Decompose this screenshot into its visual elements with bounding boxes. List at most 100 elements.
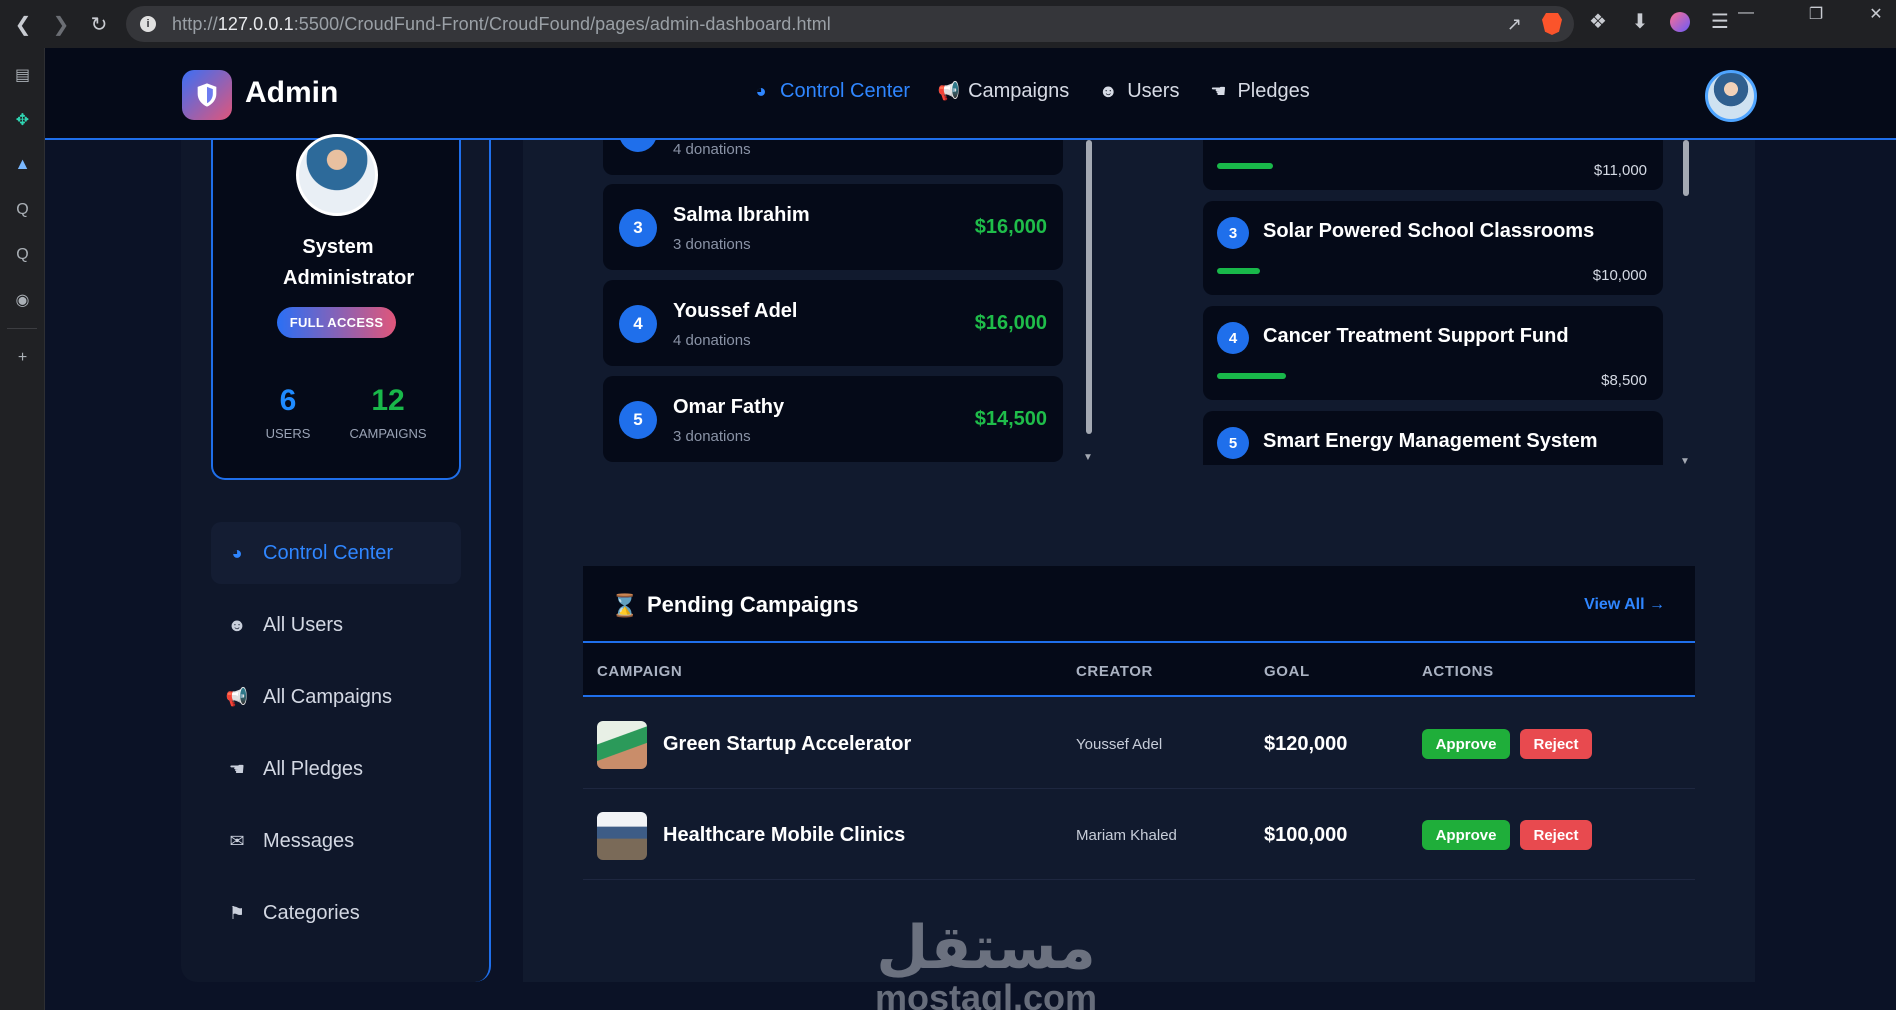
column-header: CREATOR xyxy=(1076,663,1153,680)
brave-shield-icon[interactable] xyxy=(1542,13,1562,35)
list-item[interactable]: 4 Youssef Adel 4 donations $16,000 xyxy=(603,280,1063,366)
megaphone-icon: 📢 xyxy=(937,81,961,101)
scroll-down-arrow-icon[interactable]: ▼ xyxy=(1680,456,1690,467)
nav-pledges[interactable]: ☚ Pledges xyxy=(1207,80,1309,103)
main-content: 4 donations 3 Salma Ibrahim 3 donations … xyxy=(523,140,1755,982)
progress-bar xyxy=(1217,163,1273,169)
app-icon-3[interactable]: Q xyxy=(0,187,45,232)
sidebar-panel-icon[interactable]: ▤ xyxy=(0,52,45,97)
donation-count: 3 donations xyxy=(673,236,751,253)
campaigns-stat: 12 CAMPAIGNS xyxy=(343,384,433,441)
reload-icon[interactable]: ↻ xyxy=(84,9,114,39)
profile-name: System Administrator xyxy=(283,236,415,289)
users-stat: 6 USERS xyxy=(263,384,313,441)
user-avatar[interactable] xyxy=(1705,70,1757,122)
share-icon[interactable]: ↗ xyxy=(1507,14,1522,35)
app-icon-4[interactable]: Q xyxy=(0,232,45,277)
hourglass-icon: ⌛ xyxy=(611,593,639,618)
scrollbar-thumb[interactable] xyxy=(1683,140,1689,196)
sidebar-item-categories[interactable]: ⚑ Categories xyxy=(211,882,461,944)
panel-title: Pending Campaigns xyxy=(647,592,859,617)
rank-badge: 4 xyxy=(1217,322,1249,354)
hand-donate-icon: ☚ xyxy=(228,758,246,779)
list-item[interactable]: 4 Cancer Treatment Support Fund $8,500 xyxy=(1203,306,1663,400)
shield-logo-icon[interactable] xyxy=(182,70,232,120)
sidebar-item-all-pledges[interactable]: ☚ All Pledges xyxy=(211,738,461,800)
megaphone-icon: 📢 xyxy=(225,686,249,707)
table-row: Healthcare Mobile Clinics Mariam Khaled … xyxy=(583,790,1695,880)
campaign-name: Healthcare Mobile Clinics xyxy=(663,824,906,846)
view-all-link[interactable]: View All → xyxy=(1584,596,1665,614)
campaign-name: Smart Energy Management System xyxy=(1263,430,1598,452)
users-label: USERS xyxy=(265,426,311,441)
side-menu: ◕ Control Center ☻ All Users 📢 All Campaign… xyxy=(211,522,461,954)
extensions-icon[interactable]: ❖ xyxy=(1586,9,1610,34)
donor-amount: $16,000 xyxy=(974,312,1047,334)
sidebar-item-messages[interactable]: ✉ Messages xyxy=(211,810,461,872)
list-item[interactable]: 3 Solar Powered School Classrooms $10,00… xyxy=(1203,201,1663,295)
sidebar-separator xyxy=(7,328,37,329)
url-text[interactable]: http://127.0.0.1:5500/CroudFund-Front/Cr… xyxy=(172,14,831,35)
nav-users[interactable]: ☻ Users xyxy=(1097,80,1180,103)
restore-icon[interactable]: ❐ xyxy=(1786,4,1846,24)
sidebar-item-label: Categories xyxy=(263,901,360,924)
browser-sidebar: ▤ ✥ ▲ Q Q ◉ + xyxy=(0,48,45,1010)
panel-header: ⌛ Pending Campaigns View All → xyxy=(583,566,1695,643)
rank-badge: 5 xyxy=(619,401,657,439)
campaign-amount: $11,000 xyxy=(1593,162,1647,179)
nav-campaigns[interactable]: 📢 Campaigns xyxy=(938,80,1069,103)
browser-toolbar: ❮ ❯ ↻ i http://127.0.0.1:5500/CroudFund-… xyxy=(0,0,1896,48)
download-icon[interactable]: ⬇ xyxy=(1628,9,1652,34)
goal-amount: $120,000 xyxy=(1264,733,1348,755)
back-icon[interactable]: ❮ xyxy=(8,9,38,39)
list-item[interactable]: 5 Omar Fathy 3 donations $14,500 xyxy=(603,376,1063,462)
creator-name: Mariam Khaled xyxy=(1076,827,1177,844)
donor-name: Youssef Adel xyxy=(673,300,798,322)
donor-amount: $16,000 xyxy=(974,216,1047,238)
globe-icon[interactable]: ◉ xyxy=(0,277,45,322)
creator-name: Youssef Adel xyxy=(1076,736,1163,753)
rank-badge: 4 xyxy=(619,305,657,343)
campaign-name: Cancer Treatment Support Fund xyxy=(1263,325,1569,347)
watermark-latin: mostaql.com xyxy=(875,977,1098,1010)
progress-bar xyxy=(1217,268,1260,274)
reject-button[interactable]: Reject xyxy=(1520,820,1592,850)
profile-avatar xyxy=(296,134,378,216)
site-info-icon[interactable]: i xyxy=(140,16,156,32)
watermark: مستقل mostaql.com xyxy=(875,918,1097,1010)
reject-button[interactable]: Reject xyxy=(1520,729,1592,759)
list-item[interactable]: 4 donations xyxy=(603,140,1063,175)
brand-title[interactable]: Admin xyxy=(245,76,338,110)
close-window-icon[interactable]: ✕ xyxy=(1846,4,1896,24)
list-item[interactable]: 5 Smart Energy Management System xyxy=(1203,411,1663,465)
pending-campaigns-panel: ⌛ Pending Campaigns View All → CAMPAIGN … xyxy=(583,566,1695,886)
donor-name: Omar Fathy xyxy=(673,396,785,418)
profile-icon[interactable] xyxy=(1670,11,1690,32)
table-row: Green Startup Accelerator Youssef Adel $… xyxy=(583,699,1695,789)
approve-button[interactable]: Approve xyxy=(1422,729,1510,759)
nav-control-center[interactable]: ◕ Control Center xyxy=(750,80,911,103)
rank-badge: 3 xyxy=(619,209,657,247)
top-donors-list: 4 donations 3 Salma Ibrahim 3 donations … xyxy=(603,140,1063,470)
app-icon-2[interactable]: ▲ xyxy=(0,142,45,187)
rank-badge xyxy=(619,140,657,152)
minimize-icon[interactable]: — xyxy=(1716,4,1776,22)
approve-button[interactable]: Approve xyxy=(1422,820,1510,850)
address-bar[interactable]: i http://127.0.0.1:5500/CroudFund-Front/… xyxy=(126,6,1574,42)
sidebar-item-label: All Campaigns xyxy=(263,685,392,708)
sidebar-item-label: Messages xyxy=(263,829,355,852)
scroll-down-arrow-icon[interactable]: ▼ xyxy=(1083,452,1093,463)
sidebar-item-all-campaigns[interactable]: 📢 All Campaigns xyxy=(211,666,461,728)
app-icon-1[interactable]: ✥ xyxy=(0,97,45,142)
sidebar-item-control-center[interactable]: ◕ Control Center xyxy=(211,522,461,584)
comments-icon: ✉ xyxy=(229,830,245,851)
forward-icon[interactable]: ❯ xyxy=(46,9,76,39)
list-item[interactable]: 3 Salma Ibrahim 3 donations $16,000 xyxy=(603,184,1063,270)
add-panel-icon[interactable]: + xyxy=(0,335,45,380)
list-item[interactable]: $11,000 xyxy=(1203,140,1663,190)
donation-count: 3 donations xyxy=(673,428,751,445)
sidebar-item-label: All Pledges xyxy=(263,757,364,780)
sidebar-item-all-users[interactable]: ☻ All Users xyxy=(211,594,461,656)
scrollbar-thumb[interactable] xyxy=(1086,140,1092,434)
access-badge: FULL ACCESS xyxy=(277,307,396,338)
